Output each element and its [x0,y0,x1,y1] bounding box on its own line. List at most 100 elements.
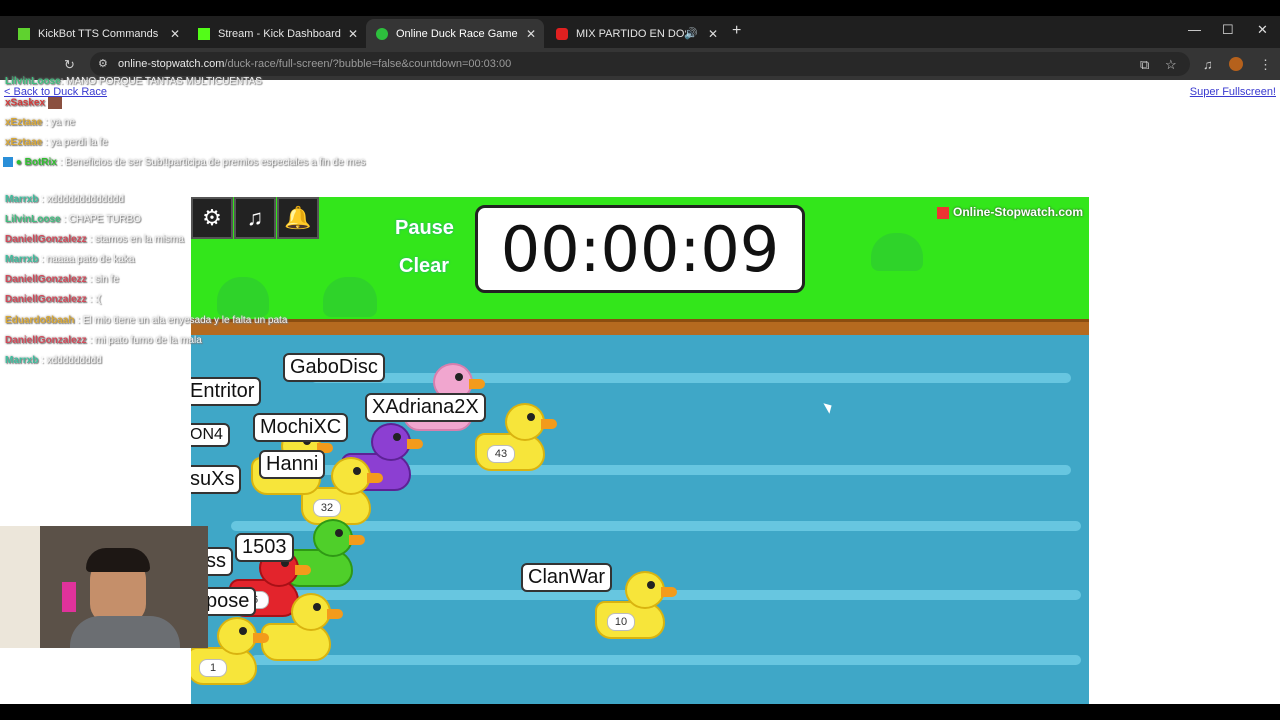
wave [311,373,1071,383]
duck-beak [367,473,383,483]
kick-icon [198,27,210,40]
bush [323,277,377,317]
url-path: /duck-race/full-screen/?bubble=false&cou… [224,58,512,70]
chat-message: xEztaae : ya ne [5,117,76,128]
chat-user: Marrxb [5,194,39,205]
chat-text: sin fe [95,274,119,285]
minimize-icon[interactable]: — [1188,22,1201,37]
chat-message: xSaskex [5,97,62,109]
mod-badge-icon [3,157,13,168]
chat-text: stamos en la misma [95,234,184,245]
duck-eye [455,373,463,381]
streamer-shirt [70,616,180,648]
url-text[interactable]: online-stopwatch.com/duck-race/full-scre… [118,58,511,70]
screen: KickBot TTS Commands ✕ Stream - Kick Das… [0,0,1280,720]
profile-avatar[interactable] [1229,57,1243,71]
tab-strip: KickBot TTS Commands ✕ Stream - Kick Das… [0,16,1280,48]
tab-kickbot[interactable]: KickBot TTS Commands ✕ [8,19,188,48]
tab-label: MIX PARTIDO EN DOS _ LA [576,27,686,40]
duck-eye [239,627,247,635]
duck-number: 10 [607,613,635,631]
duck-beak [661,587,677,597]
tab-label: Online Duck Race Game [396,27,518,40]
wave [251,655,1081,665]
name-bubble-clanwar: ClanWar [521,563,613,592]
close-icon[interactable]: ✕ [526,27,536,41]
pause-button[interactable]: Pause [395,217,454,240]
emote-image [47,97,62,109]
chat-message: DaniellGonzalezz : :( [5,294,102,305]
verified-icon: ● [15,157,22,168]
chat-message: LilvinLoose: MANO PORQUE TANTAS MULTICUE… [5,76,262,87]
chat-text: CHAPE TURBO [68,214,141,225]
duck-beak [541,419,557,429]
duck-beak [469,379,485,389]
chat-text: naaaa pato de kaka [46,254,135,265]
maximize-icon[interactable]: ☐ [1222,22,1234,38]
window-close-icon[interactable]: ✕ [1257,22,1268,38]
close-icon[interactable]: ✕ [348,27,358,41]
duck-head [331,457,371,495]
bell-sound-icon[interactable]: 🔔 [277,197,319,239]
stopwatch-icon [376,27,388,40]
duck-eye [647,581,655,589]
duck-race-game[interactable]: ⚙ ♫ 🔔 Pause Clear 00:00:09 Online-Stopwa… [191,197,1089,704]
duck-head [313,519,353,557]
tab-duck-race[interactable]: Online Duck Race Game ✕ [366,19,544,48]
kickbot-icon [18,27,30,40]
name-bubble-hanni: Hanni [259,450,326,479]
chat-user: Marrxb [5,254,39,265]
tab-kick-dashboard[interactable]: Stream - Kick Dashboard ✕ [188,19,366,48]
bottom-black-bar [0,704,1280,720]
duck-eye [527,413,535,421]
chat-text: MANO PORQUE TANTAS MULTICUENTAS [66,76,262,87]
site-info-icon[interactable]: ⚙ [98,57,108,70]
clear-button[interactable]: Clear [399,255,449,278]
chat-user: xEztaae [5,117,43,128]
chat-message: xEztaae : ya perdi la fe [5,137,108,148]
chat-message: Marrxb : xddddddddddddd [5,194,125,205]
new-tab-icon[interactable]: + [732,22,741,40]
duck-number: 43 [487,445,515,463]
bookmark-star-icon[interactable]: ☆ [1165,57,1177,73]
duck-eye [353,467,361,475]
chat-message: ● BotRix : Beneficios de ser Sub!!partic… [3,154,403,172]
brand-logo[interactable]: Online-Stopwatch.com [936,205,1083,219]
duck-beak [253,633,269,643]
tab-label: KickBot TTS Commands [38,27,159,40]
streamer-hair [86,548,150,572]
close-icon[interactable]: ✕ [708,27,718,41]
chat-message: LilvinLoose : CHAPE TURBO [5,214,141,225]
music-icon[interactable]: ♫ [234,197,276,239]
super-fullscreen-link[interactable]: Super Fullscreen! [1190,86,1276,98]
chat-message: DaniellGonzalezz : sin fe [5,274,119,285]
media-control-icon[interactable]: ♫ [1203,57,1213,72]
chat-message: DaniellGonzalezz : mi pato fumo de la ma… [5,335,202,346]
chat-user: LilvinLoose [5,76,61,87]
bush [871,233,923,271]
chat-user: DaniellGonzalezz [5,294,87,305]
duck-eye [393,433,401,441]
reload-icon[interactable]: ↻ [64,57,75,73]
room-wall [0,526,40,648]
chat-text: ya ne [50,117,76,128]
duck-eye [313,603,321,611]
chat-user: DaniellGonzalezz [5,274,87,285]
menu-dots-icon[interactable]: ⋮ [1259,57,1272,73]
chat-text: xddddddddddddd [46,194,125,205]
chat-user: xEztaae [5,137,43,148]
translate-icon[interactable]: ⧉ [1140,57,1149,73]
bush [217,277,269,317]
youtube-icon [556,27,568,40]
name-bubble-ntritor: Entritor [191,377,262,406]
chat-user: LilvinLoose [5,214,61,225]
settings-gear-icon[interactable]: ⚙ [191,197,233,239]
chat-user: DaniellGonzalezz [5,234,87,245]
speaker-icon[interactable]: 🔊 [684,27,698,40]
microphone [62,582,76,612]
chat-user: xSaskex [5,97,46,109]
chat-text: ya perdi la fe [50,137,108,148]
close-icon[interactable]: ✕ [170,27,180,41]
tab-youtube[interactable]: MIX PARTIDO EN DOS _ LA 🔊 ✕ [546,19,726,48]
chat-user: Marrxb [5,355,39,366]
